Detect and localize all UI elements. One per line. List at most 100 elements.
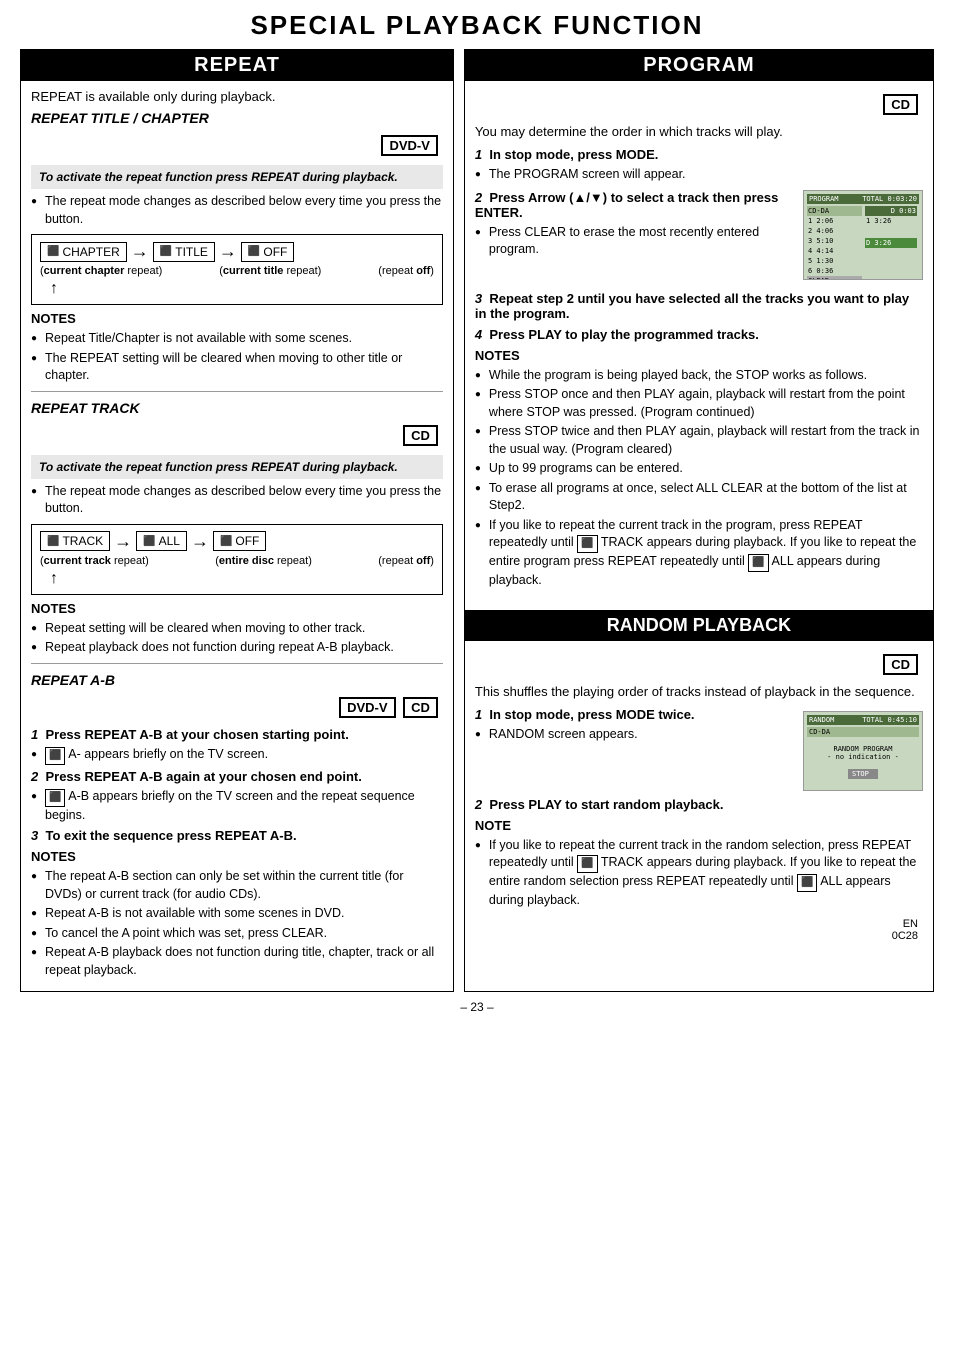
repeat-icon-all: ⬛	[748, 554, 768, 572]
note-2-1: Repeat setting will be cleared when movi…	[31, 620, 443, 638]
appears-text: appears	[647, 855, 692, 869]
program-step-1: 1 In stop mode, press MODE. The PROGRAM …	[475, 147, 923, 184]
repeat-track-section: REPEAT TRACK CD To activate the repeat f…	[31, 400, 443, 657]
all-label: ALL	[159, 534, 180, 548]
repeat-title-indent-note: To activate the repeat function press RE…	[31, 165, 443, 189]
repeat-icon-track: ⬛	[577, 535, 597, 553]
arrow-4: →	[191, 531, 209, 552]
repeat-intro: REPEAT is available only during playback…	[31, 89, 443, 104]
dvdv-badge-1: DVD-V	[381, 135, 437, 156]
notes-header-2: NOTES	[31, 601, 443, 616]
repeat-track-indent-note: To activate the repeat function press RE…	[31, 455, 443, 479]
random-step1-bullet: RANDOM screen appears.	[475, 726, 923, 744]
repeat-section: REPEAT REPEAT is available only during p…	[20, 49, 454, 992]
diagram-label-chapter: ⬛ CHAPTER	[40, 242, 127, 262]
ab-step-1: 1 Press REPEAT A-B at your chosen starti…	[31, 727, 443, 765]
program-step3-text: 3 Repeat step 2 until you have selected …	[475, 291, 923, 321]
repeat-title-notes: Repeat Title/Chapter is not available wi…	[31, 330, 443, 385]
track-sub: (current track repeat)	[40, 555, 149, 567]
ab-step-3: 3 To exit the sequence press REPEAT A-B.	[31, 828, 443, 843]
program-intro: You may determine the order in which tra…	[475, 124, 923, 139]
repeat-title-chapter-header: REPEAT TITLE / CHAPTER	[31, 110, 443, 126]
page-number: – 23 –	[20, 1000, 934, 1014]
title-sub: (current title repeat)	[219, 265, 321, 277]
random-playback-header: RANDOM PLAYBACK	[465, 610, 933, 641]
repeat-header: REPEAT	[21, 50, 453, 81]
prog-note-5: To erase all programs at once, select AL…	[475, 480, 923, 515]
repeat-ab-section: REPEAT A-B DVD-V CD 1 Press REPEAT A-B a…	[31, 672, 443, 980]
program-notes-header: NOTES	[475, 348, 923, 363]
program-notes: While the program is being played back, …	[475, 367, 923, 590]
random-step2-text: 2 Press PLAY to start random playback.	[475, 797, 923, 812]
diagram-label-off-2: ⬛ OFF	[213, 531, 266, 551]
off-label-1: OFF	[263, 245, 287, 259]
prog-note-1: While the program is being played back, …	[475, 367, 923, 385]
program-step-2: PROGRAMTOTAL 0:03:20 CD-DA 1 2:06 2 4:06…	[475, 190, 923, 285]
notes-header-3: NOTES	[31, 849, 443, 864]
track-label: TRACK	[62, 534, 103, 548]
note-2-2: Repeat playback does not function during…	[31, 639, 443, 657]
prog-note-3: Press STOP twice and then PLAY again, pl…	[475, 423, 923, 458]
note-1-1: Repeat Title/Chapter is not available wi…	[31, 330, 443, 348]
bottom-right-info: EN 0C28	[475, 914, 923, 946]
repeat-ab-notes: The repeat A-B section can only be set w…	[31, 868, 443, 979]
notes-header-1: NOTES	[31, 311, 443, 326]
program-step4-text: 4 Press PLAY to play the programmed trac…	[475, 327, 923, 342]
arrow-2: →	[219, 241, 237, 262]
ab-note-4: Repeat A-B playback does not function du…	[31, 944, 443, 979]
cd-badge-track: CD	[403, 425, 438, 446]
ab-step2-text: 2 Press REPEAT A-B again at your chosen …	[31, 769, 443, 784]
repeat-track-bullet1: The repeat mode changes as described bel…	[31, 483, 443, 518]
arrow-1: →	[131, 241, 149, 262]
program-step-4: 4 Press PLAY to play the programmed trac…	[475, 327, 923, 342]
random-step-2: 2 Press PLAY to start random playback.	[475, 797, 923, 812]
note-1-2: The REPEAT setting will be cleared when …	[31, 350, 443, 385]
prog-note-4: Up to 99 programs can be entered.	[475, 460, 923, 478]
random-playback-section: RANDOM PLAYBACK CD This shuffles the pla…	[465, 610, 933, 954]
cd-badge-program: CD	[883, 94, 918, 115]
repeat-ab-header: REPEAT A-B	[31, 672, 443, 688]
repeat-track-header: REPEAT TRACK	[31, 400, 443, 416]
dvdv-badge-2: DVD-V	[339, 697, 395, 718]
program-step-3: 3 Repeat step 2 until you have selected …	[475, 291, 923, 321]
program-step2-bullet: Press CLEAR to erase the most recently e…	[475, 224, 923, 259]
ab-step3-text: 3 To exit the sequence press REPEAT A-B.	[31, 828, 443, 843]
off-label-2: OFF	[235, 534, 259, 548]
prog-note-6: If you like to repeat the current track …	[475, 517, 923, 590]
page-title: SPECIAL PLAYBACK FUNCTION	[20, 10, 934, 41]
all-sub: (entire disc repeat)	[215, 555, 312, 567]
cd-badge-ab: CD	[403, 697, 438, 718]
program-header: PROGRAM	[465, 50, 933, 81]
prog-note-2: Press STOP once and then PLAY again, pla…	[475, 386, 923, 421]
repeat-track-diagram: ⬛ TRACK → ⬛ ALL → ⬛ OFF	[31, 524, 443, 595]
ab-note-1: The repeat A-B section can only be set w…	[31, 868, 443, 903]
cd-badge-random: CD	[883, 654, 918, 675]
program-section: PROGRAM CD You may determine the order i…	[465, 50, 933, 602]
repeat-icon-random-track: ⬛	[577, 855, 597, 873]
random-notes: If you like to repeat the current track …	[475, 837, 923, 910]
diagram-label-title: ⬛ TITLE	[153, 242, 215, 262]
chapter-label: CHAPTER	[62, 245, 119, 259]
off-sub-1: (repeat off)	[378, 265, 434, 277]
off-sub-2: (repeat off)	[378, 555, 434, 567]
repeat-icon-a: ⬛	[45, 747, 65, 765]
ab-note-3: To cancel the A point which was set, pre…	[31, 925, 443, 943]
repeat-title-diagram: ⬛ CHAPTER → ⬛ TITLE → ⬛ OFF	[31, 234, 443, 305]
ab-step-2: 2 Press REPEAT A-B again at your chosen …	[31, 769, 443, 825]
ab-step1-bullet: ⬛ A- appears briefly on the TV screen.	[31, 746, 443, 765]
random-screen: RANDOMTOTAL 0:45:10 CD-DA RANDOM PROGRAM…	[803, 711, 923, 791]
diagram-label-off-1: ⬛ OFF	[241, 242, 294, 262]
chapter-sub: (current chapter repeat)	[40, 265, 162, 277]
repeat-title-chapter: REPEAT TITLE / CHAPTER DVD-V To activate…	[31, 110, 443, 385]
ab-step2-bullet: ⬛ A-B appears briefly on the TV screen a…	[31, 788, 443, 825]
diagram-label-all: ⬛ ALL	[136, 531, 187, 551]
title-label: TITLE	[175, 245, 208, 259]
repeat-title-bullet1: The repeat mode changes as described bel…	[31, 193, 443, 228]
repeat-icon-ab: ⬛	[45, 789, 65, 807]
repeat-icon-random-all: ⬛	[797, 874, 817, 892]
random-step-1: RANDOMTOTAL 0:45:10 CD-DA RANDOM PROGRAM…	[475, 707, 923, 791]
random-note-header: NOTE	[475, 818, 923, 833]
en-label: EN	[903, 918, 918, 930]
right-column: PROGRAM CD You may determine the order i…	[464, 49, 934, 992]
ab-note-2: Repeat A-B is not available with some sc…	[31, 905, 443, 923]
